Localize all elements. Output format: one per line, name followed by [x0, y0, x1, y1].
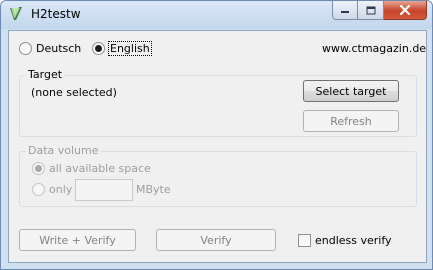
select-target-button[interactable]: Select target	[303, 80, 399, 102]
radio-deutsch-label: Deutsch	[36, 42, 82, 55]
endless-verify-box[interactable]	[298, 234, 311, 247]
radio-english-label: English	[108, 41, 152, 56]
radio-english-dot[interactable]	[92, 42, 105, 55]
endless-verify-checkbox[interactable]: endless verify	[298, 234, 392, 247]
radio-deutsch[interactable]: Deutsch	[19, 42, 81, 55]
caption-buttons	[332, 1, 427, 20]
minimize-button[interactable]	[332, 1, 358, 20]
maximize-icon	[366, 6, 375, 14]
radio-english[interactable]: English	[92, 41, 152, 56]
radio-all-space-label: all available space	[49, 162, 151, 175]
endless-verify-label: endless verify	[315, 234, 392, 247]
verify-button[interactable]: Verify	[156, 229, 276, 251]
h2testw-app-icon	[10, 7, 22, 20]
data-volume-group-title: Data volume	[26, 144, 101, 157]
refresh-button[interactable]: Refresh	[303, 110, 399, 132]
website-label: www.ctmagazin.de	[322, 42, 427, 55]
target-status: (none selected)	[31, 86, 117, 99]
radio-only-label: only	[49, 183, 73, 196]
size-input[interactable]	[75, 179, 133, 201]
radio-only-dot[interactable]	[32, 183, 45, 196]
write-verify-button[interactable]: Write + Verify	[19, 229, 136, 251]
app-window: H2testw Deutsch English www.ctmagazin.de…	[0, 0, 433, 270]
target-group-title: Target	[26, 68, 65, 81]
radio-all-space[interactable]: all available space	[32, 162, 151, 175]
maximize-button[interactable]	[358, 1, 384, 20]
radio-deutsch-dot[interactable]	[19, 42, 32, 55]
title-bar[interactable]: H2testw	[1, 1, 432, 29]
unit-label: MByte	[136, 183, 171, 196]
radio-only[interactable]: only	[32, 183, 72, 196]
client-area: Deutsch English www.ctmagazin.de Target …	[8, 30, 427, 263]
close-icon	[399, 5, 411, 15]
close-button[interactable]	[384, 1, 427, 20]
window-title: H2testw	[31, 7, 81, 21]
radio-all-space-dot[interactable]	[32, 162, 45, 175]
minimize-icon	[341, 11, 349, 13]
